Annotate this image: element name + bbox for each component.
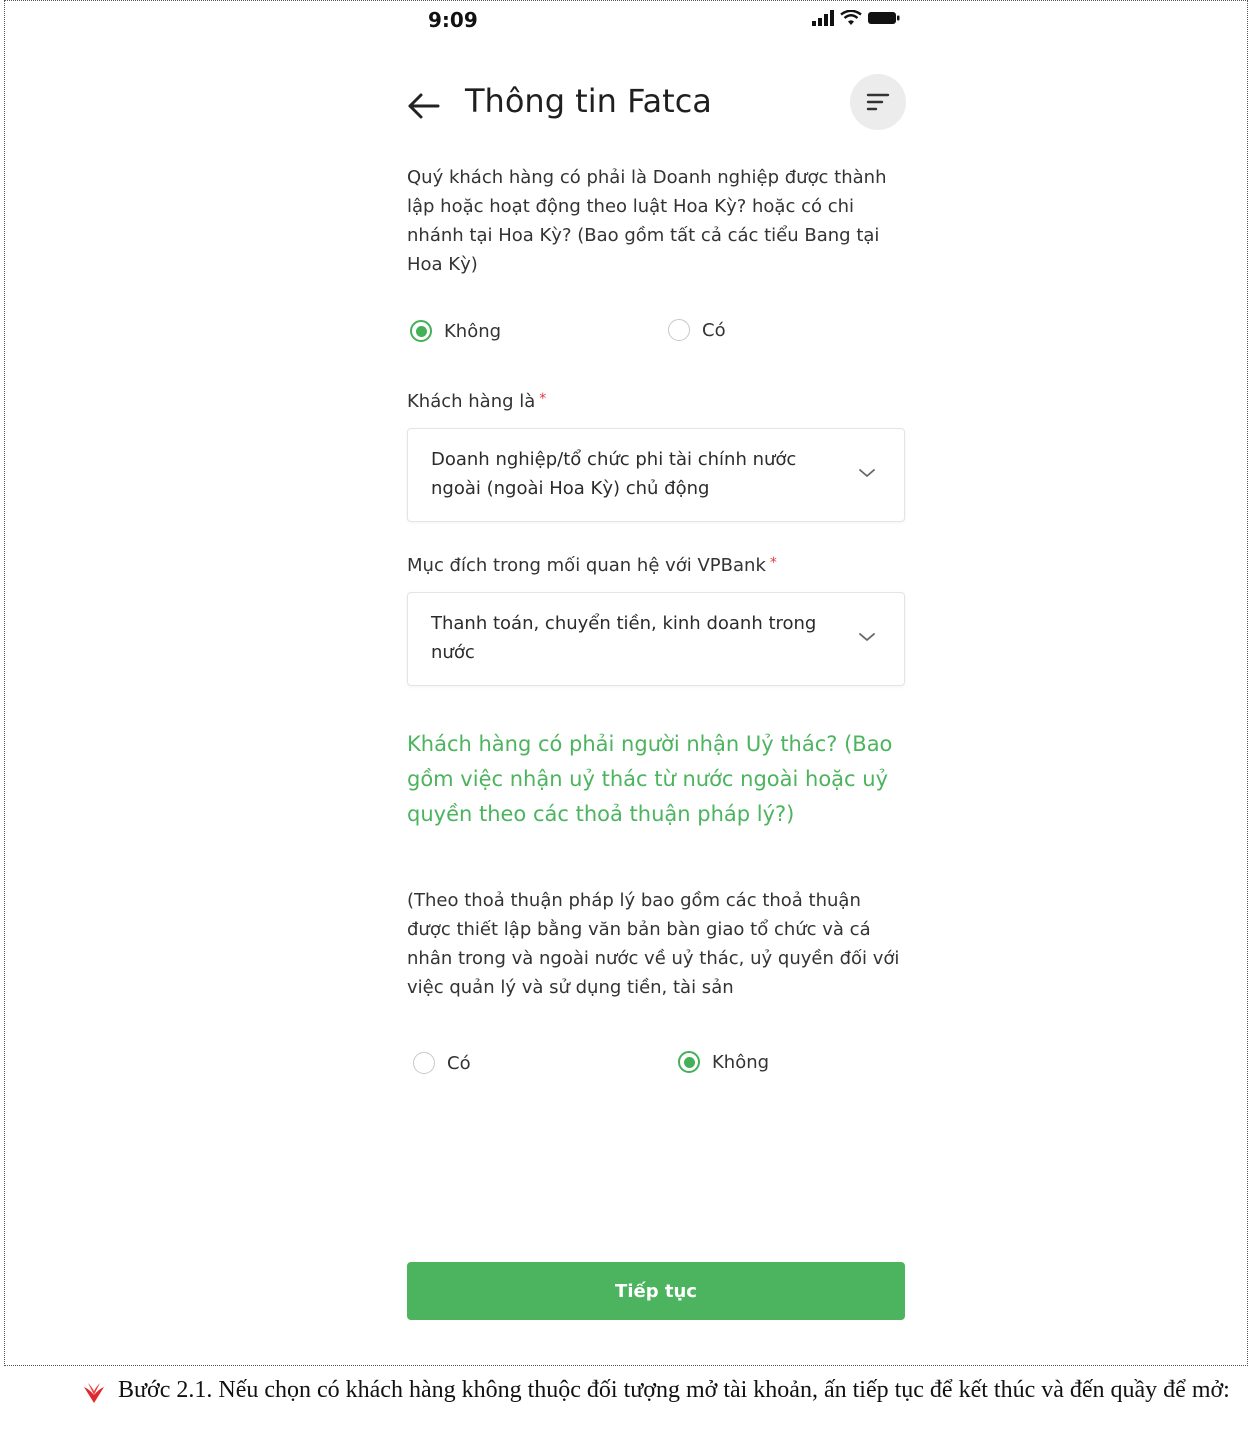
trustee-explanation: (Theo thoả thuận pháp lý bao gồm các tho…: [407, 890, 900, 998]
radio-label: Không: [444, 320, 502, 342]
trustee-question-title: Khách hàng có phải người nhận Uỷ thác? (…: [407, 732, 893, 826]
arrow-bullet-icon: [84, 1383, 104, 1403]
signal-icon: [812, 10, 834, 26]
radio-label: Có: [447, 1052, 471, 1074]
status-time: 9:09: [428, 8, 478, 32]
status-icons: [812, 10, 900, 26]
chevron-down-icon: [859, 469, 875, 477]
wifi-icon: [840, 10, 862, 25]
radio-selected-icon[interactable]: [410, 320, 432, 342]
purpose-label: Mục đích trong mối quan hệ với VPBank *: [407, 555, 777, 576]
radio-label: Có: [702, 319, 726, 341]
menu-button[interactable]: [850, 74, 906, 130]
battery-icon: [868, 12, 900, 24]
back-arrow-icon[interactable]: [404, 88, 444, 124]
radio-selected-icon[interactable]: [678, 1051, 700, 1073]
customer-type-select[interactable]: Doanh nghiệp/tổ chức phi tài chính nước …: [407, 428, 905, 522]
radio-option-co-1[interactable]: Có: [668, 319, 726, 341]
radio-option-khong-2[interactable]: Không: [678, 1051, 769, 1073]
purpose-value: Thanh toán, chuyển tiền, kinh doanh tron…: [431, 613, 817, 663]
chevron-down-icon: [859, 633, 875, 641]
radio-label: Không: [712, 1051, 770, 1073]
customer-type-label: Khách hàng là *: [407, 391, 547, 412]
us-business-question: Quý khách hàng có phải là Doanh nghiệp đ…: [407, 167, 887, 275]
radio-unselected-icon[interactable]: [668, 319, 690, 341]
radio-unselected-icon[interactable]: [413, 1052, 435, 1074]
continue-button[interactable]: Tiếp tục: [407, 1262, 905, 1320]
radio-option-khong-1[interactable]: Không: [410, 320, 501, 342]
required-mark: *: [539, 391, 547, 407]
customer-type-value: Doanh nghiệp/tổ chức phi tài chính nước …: [431, 449, 797, 499]
purpose-select[interactable]: Thanh toán, chuyển tiền, kinh doanh tron…: [407, 592, 905, 686]
required-mark: *: [769, 555, 777, 571]
filter-lines-icon: [866, 93, 890, 111]
radio-option-co-2[interactable]: Có: [413, 1052, 471, 1074]
page-title: Thông tin Fatca: [465, 82, 712, 120]
step-note: Bước 2.1. Nếu chọn có khách hàng không t…: [118, 1377, 1230, 1403]
